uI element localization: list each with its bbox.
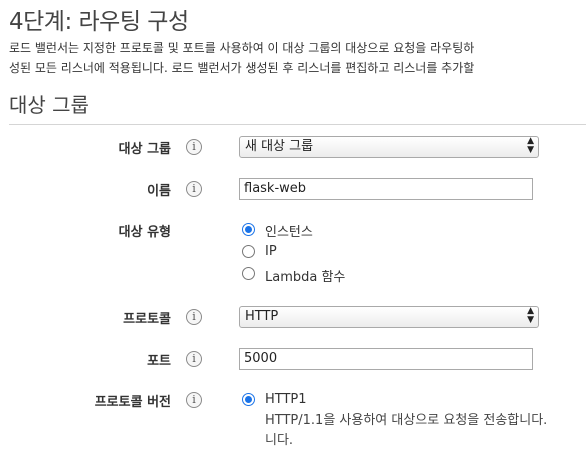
- target-type-instance-label[interactable]: 인스턴스: [265, 221, 313, 240]
- name-info-icon[interactable]: i: [186, 181, 202, 197]
- target-group-info-icon[interactable]: i: [186, 139, 202, 155]
- protocol-select[interactable]: HTTP ▲ ▼: [239, 306, 539, 328]
- target-type-label: 대상 유형: [118, 225, 171, 240]
- target-group-select[interactable]: 새 대상 그룹 ▲ ▼: [239, 136, 539, 158]
- section-divider: [9, 124, 586, 125]
- port-input[interactable]: 5000: [239, 348, 533, 370]
- protocol-version-help-line-2: 니다.: [265, 433, 294, 448]
- protocol-label: 프로토콜: [123, 312, 171, 327]
- page-description: 로드 밸런서는 지정한 프로토콜 및 포트를 사용하여 이 대상 그룹의 대상으…: [9, 38, 586, 78]
- page-description-line-1: 로드 밸런서는 지정한 프로토콜 및 포트를 사용하여 이 대상 그룹의 대상으…: [9, 41, 475, 55]
- name-input[interactable]: flask-web: [239, 178, 533, 200]
- target-type-ip-label[interactable]: IP: [265, 244, 277, 259]
- port-info-icon[interactable]: i: [186, 351, 202, 367]
- target-group-select-value: 새 대상 그룹: [245, 139, 314, 154]
- protocol-version-info-icon[interactable]: i: [186, 392, 202, 408]
- target-type-lambda-label[interactable]: Lambda 함수: [265, 266, 345, 285]
- page-description-line-2: 성된 모든 리스너에 적용됩니다. 로드 밸런서가 생성된 후 리스너를 편집하…: [9, 61, 475, 75]
- select-arrows-icon: ▲ ▼: [527, 136, 534, 155]
- target-type-lambda-radio[interactable]: [242, 267, 255, 280]
- protocol-version-http1-label[interactable]: HTTP1: [265, 392, 307, 407]
- name-label: 이름: [147, 184, 171, 199]
- protocol-version-help-line-1: HTTP/1.1을 사용하여 대상으로 요청을 전송합니다.: [265, 413, 548, 428]
- protocol-version-label: 프로토콜 버전: [94, 395, 171, 410]
- port-label: 포트: [147, 354, 171, 369]
- protocol-version-help: HTTP/1.1을 사용하여 대상으로 요청을 전송합니다. 니다.: [265, 411, 586, 451]
- page-title: 4단계: 라우팅 구성: [9, 9, 189, 35]
- protocol-select-value: HTTP: [245, 309, 279, 324]
- section-title: 대상 그룹: [9, 93, 89, 117]
- protocol-info-icon[interactable]: i: [186, 309, 202, 325]
- target-type-instance-radio[interactable]: [242, 223, 255, 236]
- select-arrows-icon: ▲ ▼: [527, 306, 534, 325]
- target-group-label: 대상 그룹: [118, 142, 171, 157]
- protocol-version-http1-radio[interactable]: [242, 393, 255, 406]
- target-type-ip-radio[interactable]: [242, 245, 255, 258]
